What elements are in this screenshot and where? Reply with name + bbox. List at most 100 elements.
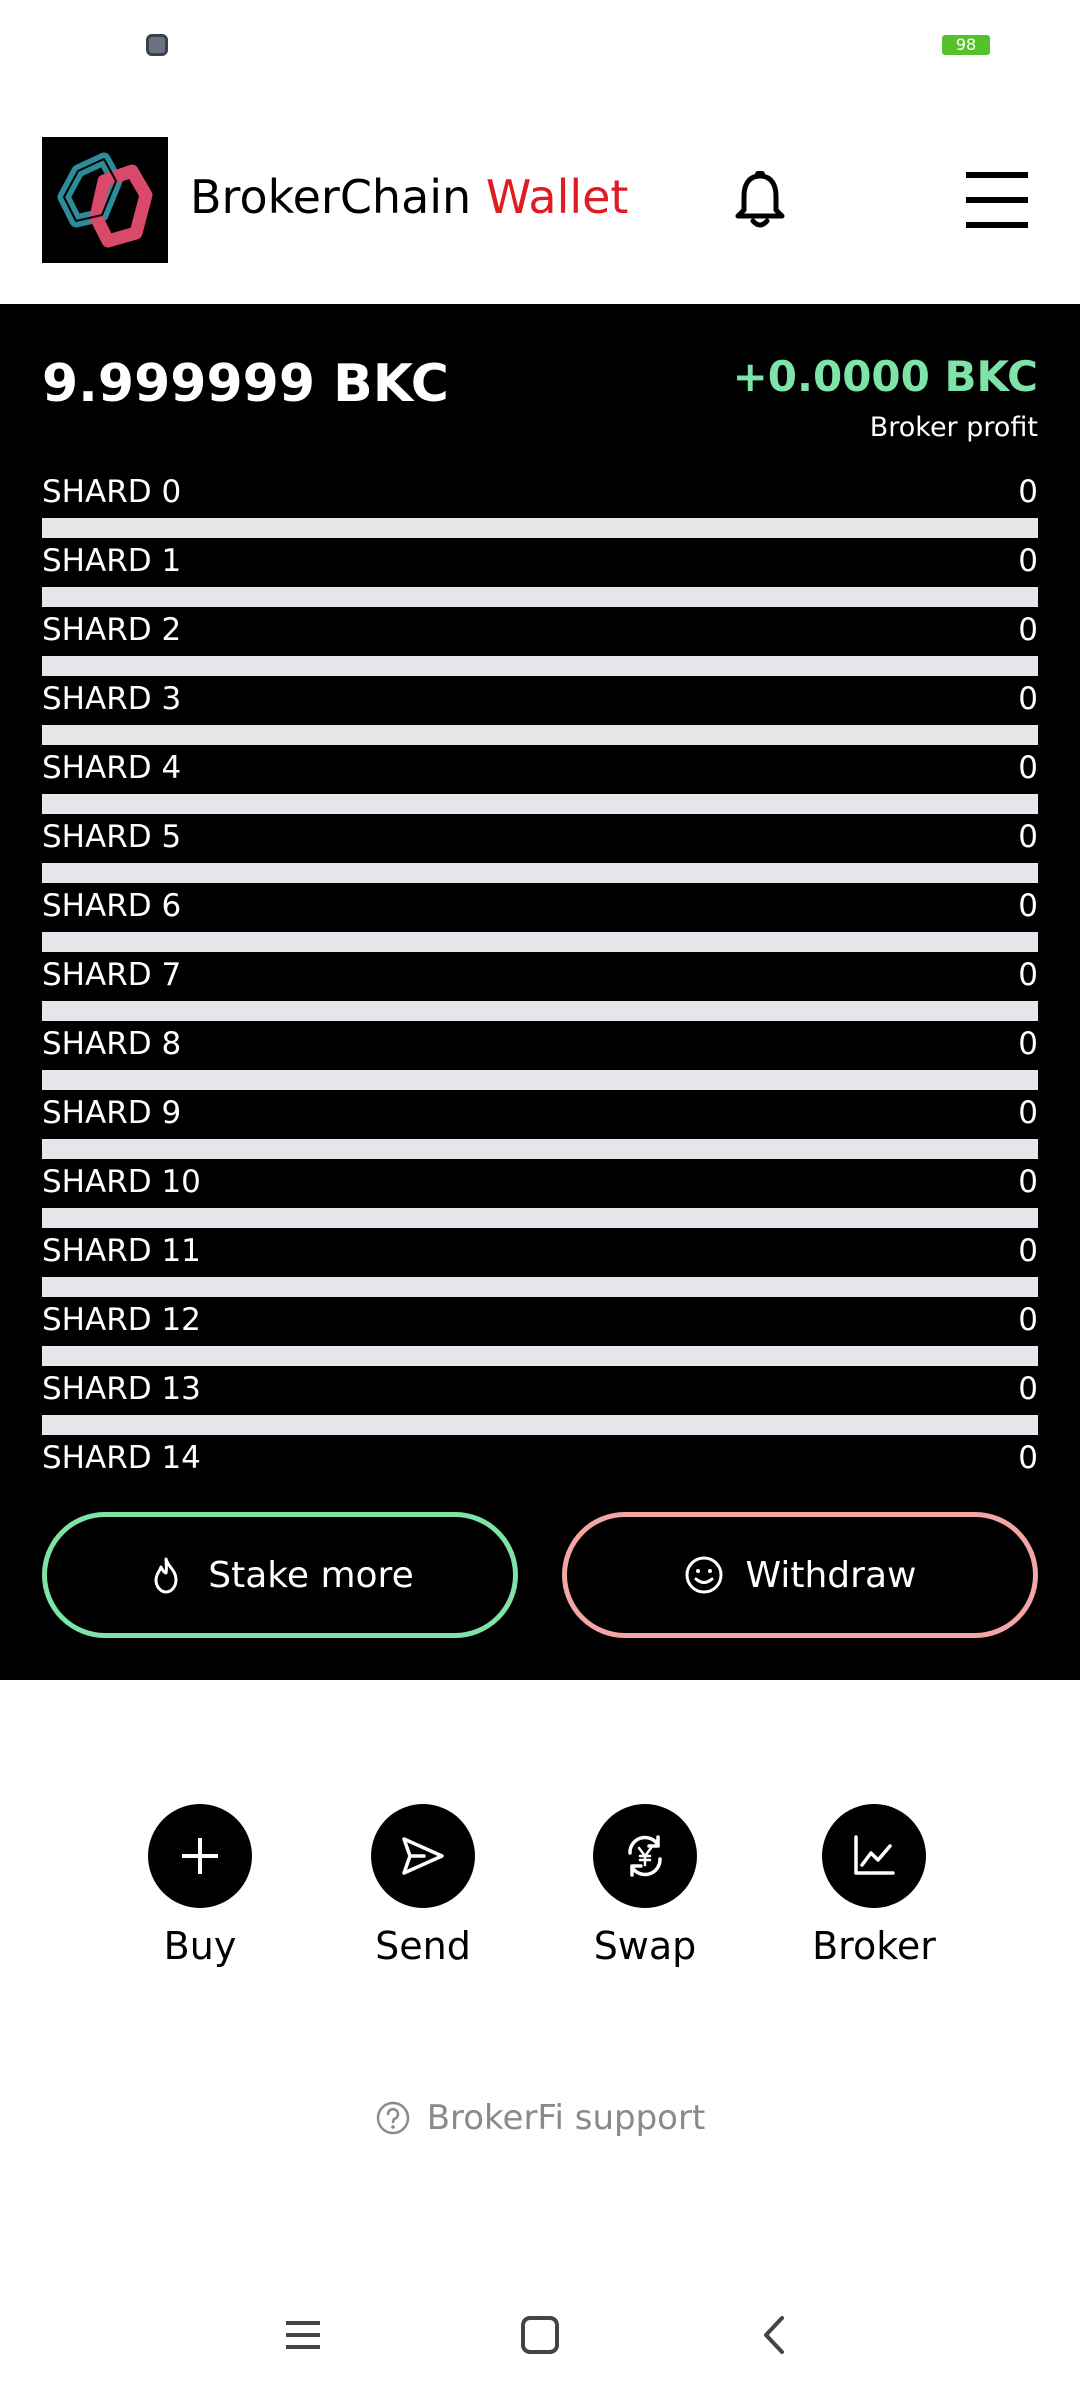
shard-value: 0 [1018,474,1038,510]
shard-name: SHARD 13 [42,1371,201,1407]
app-title-main: BrokerChain [190,170,472,224]
send-label: Send [375,1924,471,1968]
support-label: BrokerFi support [426,2098,706,2138]
withdraw-label: Withdraw [745,1554,917,1596]
swap-label: Swap [593,1924,697,1968]
shard-progress-bar [42,1415,1038,1435]
shard-value: 0 [1018,1371,1038,1407]
notification-app-icon [146,34,168,56]
swap-action[interactable]: Swap [565,1804,725,1968]
swap-button[interactable] [593,1804,697,1908]
shard-progress-bar [42,863,1038,883]
shard-progress-bar [42,1001,1038,1021]
shard-name: SHARD 0 [42,474,182,510]
shard-row: SHARD 5 0 [42,815,1038,884]
shard-row: SHARD 10 0 [42,1160,1038,1229]
chart-icon [854,1835,895,1875]
broker-label: Broker [812,1924,936,1968]
shard-name: SHARD 4 [42,750,182,786]
shard-value: 0 [1018,1026,1038,1062]
shard-row: SHARD 0 0 [42,470,1038,539]
stake-more-button[interactable]: Stake more [42,1512,518,1638]
shard-progress-bar [42,1277,1038,1297]
shard-name: SHARD 7 [42,957,182,993]
plus-icon [182,1838,218,1874]
shard-value: 0 [1018,1440,1038,1476]
send-action[interactable]: Send [343,1804,503,1968]
brokerchain-logo-icon [42,137,168,263]
battery-indicator: 98 [942,35,990,55]
buy-button[interactable] [148,1804,252,1908]
broker-profit-label: Broker profit [869,412,1038,443]
shard-row: SHARD 3 0 [42,677,1038,746]
shard-name: SHARD 1 [42,543,182,579]
wallet-panel: 9.999999 BKC +0.0000 BKC Broker profit S… [0,304,1080,1680]
shard-value: 0 [1018,1164,1038,1200]
bell-icon[interactable] [732,170,788,230]
flame-icon [154,1557,178,1594]
shard-name: SHARD 2 [42,612,182,648]
broker-action[interactable]: Broker [794,1804,954,1968]
quick-actions: Buy Send Swap Broker [0,1804,1080,1974]
shard-progress-bar [42,1208,1038,1228]
recents-icon[interactable] [278,2310,328,2360]
shard-row: SHARD 9 0 [42,1091,1038,1160]
shard-value: 0 [1018,750,1038,786]
wallet-balance: 9.999999 BKC [42,354,449,414]
shard-value: 0 [1018,957,1038,993]
shard-value: 0 [1018,1233,1038,1269]
shard-row: SHARD 12 0 [42,1298,1038,1367]
shard-name: SHARD 10 [42,1164,201,1200]
stake-more-label: Stake more [208,1554,414,1596]
app-title: BrokerChain Wallet [190,170,628,224]
shard-progress-bar [42,1346,1038,1366]
shard-row: SHARD 8 0 [42,1022,1038,1091]
status-bar: 98 [0,0,1080,90]
shard-name: SHARD 11 [42,1233,201,1269]
shard-progress-bar [42,1139,1038,1159]
shard-value: 0 [1018,888,1038,924]
shard-value: 0 [1018,1302,1038,1338]
shard-name: SHARD 12 [42,1302,201,1338]
send-icon [402,1837,444,1875]
back-icon[interactable] [750,2310,800,2360]
broker-button[interactable] [822,1804,926,1908]
shard-row: SHARD 1 0 [42,539,1038,608]
shard-row: SHARD 2 0 [42,608,1038,677]
broker-profit-value: +0.0000 BKC [732,352,1038,401]
shard-value: 0 [1018,612,1038,648]
shard-row: SHARD 6 0 [42,884,1038,953]
shard-progress-bar [42,794,1038,814]
withdraw-button[interactable]: Withdraw [562,1512,1038,1638]
shard-row: SHARD 11 0 [42,1229,1038,1298]
shard-name: SHARD 3 [42,681,182,717]
shard-row: SHARD 7 0 [42,953,1038,1022]
system-nav-bar [0,2290,1080,2380]
shard-progress-bar [42,1070,1038,1090]
shard-progress-bar [42,932,1038,952]
shard-name: SHARD 5 [42,819,182,855]
menu-icon[interactable] [964,170,1030,230]
support-link[interactable]: BrokerFi support [0,2098,1080,2138]
shard-progress-bar [42,656,1038,676]
shard-name: SHARD 9 [42,1095,182,1131]
buy-label: Buy [163,1924,237,1968]
shard-name: SHARD 14 [42,1440,201,1476]
shard-value: 0 [1018,819,1038,855]
home-icon[interactable] [515,2310,565,2360]
shard-progress-bar [42,725,1038,745]
app-title-accent: Wallet [485,170,629,224]
shard-name: SHARD 8 [42,1026,182,1062]
buy-action[interactable]: Buy [120,1804,280,1968]
send-button[interactable] [371,1804,475,1908]
shard-row: SHARD 4 0 [42,746,1038,815]
shard-list: SHARD 0 0 SHARD 1 0 SHARD 2 0 SHARD 3 0 SHARD 40… [42,470,1038,1505]
smile-icon [685,1556,723,1594]
shard-value: 0 [1018,681,1038,717]
swap-yen-icon [628,1835,662,1877]
shard-row: SHARD 13 0 [42,1367,1038,1436]
shard-row: SHARD 14 0 [42,1436,1038,1505]
shard-value: 0 [1018,543,1038,579]
help-circle-icon [376,2101,409,2135]
shard-name: SHARD 6 [42,888,182,924]
